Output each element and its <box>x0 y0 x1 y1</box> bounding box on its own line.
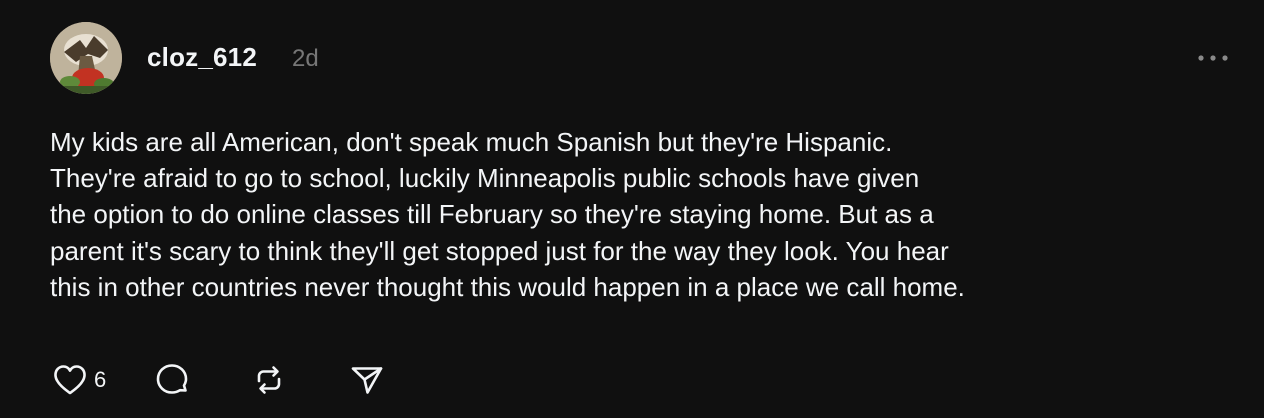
author-username[interactable]: cloz_612 <box>147 42 257 73</box>
heart-icon <box>54 365 86 395</box>
post-actions: 6 <box>50 360 387 400</box>
repost-button[interactable] <box>249 360 289 400</box>
share-button[interactable] <box>347 360 387 400</box>
more-horizontal-icon <box>1198 55 1228 61</box>
comment-icon <box>156 364 188 394</box>
reply-button[interactable] <box>152 360 192 400</box>
avatar[interactable] <box>50 22 122 94</box>
more-options-button[interactable] <box>1196 48 1230 68</box>
send-icon <box>351 367 383 394</box>
thread-post: cloz_612 2d My kids are all American, do… <box>0 0 1264 418</box>
like-button[interactable]: 6 <box>50 360 106 400</box>
post-timestamp[interactable]: 2d <box>292 45 319 73</box>
like-count: 6 <box>94 367 107 392</box>
repost-icon <box>257 366 281 394</box>
post-body-text: My kids are all American, don't speak mu… <box>50 127 965 302</box>
